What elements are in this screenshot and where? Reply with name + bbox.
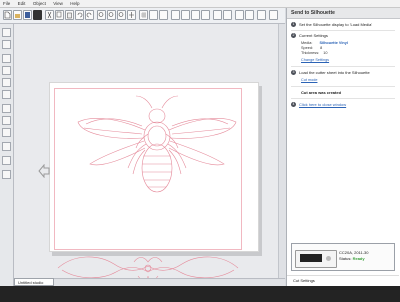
arc-tool-icon[interactable] xyxy=(2,90,11,99)
step-3-text: Load the cutter sheet into the Silhouett… xyxy=(299,70,370,75)
taskbar xyxy=(0,286,400,302)
new-document-icon[interactable] xyxy=(3,10,12,20)
rectangle-tool-icon[interactable] xyxy=(2,104,11,113)
media-label: Media: xyxy=(301,41,313,45)
rotate-icon[interactable] xyxy=(223,10,232,20)
speed-row: Speed: 8 xyxy=(301,46,322,50)
left-toolbar xyxy=(0,24,14,286)
silhouette-store-icon[interactable] xyxy=(33,10,42,20)
trace-icon[interactable] xyxy=(235,10,244,20)
zoom-fit-icon[interactable] xyxy=(117,10,126,20)
menu-help[interactable]: Help xyxy=(67,0,82,7)
menu-object[interactable]: Object xyxy=(30,0,49,7)
step-3: 3 Load the cutter sheet into the Silhouet… xyxy=(291,70,370,76)
fill-color-icon[interactable] xyxy=(181,10,190,20)
cut-icon[interactable] xyxy=(45,10,54,20)
copy-icon[interactable] xyxy=(55,10,64,20)
zoom-out-icon[interactable] xyxy=(107,10,116,20)
media-row: Media: Silhouette Vinyl xyxy=(301,41,348,45)
step-2: 2 Current Settings xyxy=(291,33,328,39)
workspace[interactable] xyxy=(14,24,284,281)
undo-icon[interactable] xyxy=(75,10,84,20)
cut-mode-link-text[interactable]: Cut mode xyxy=(301,78,317,82)
feed-direction-arrow-icon xyxy=(38,164,50,178)
library-icon[interactable] xyxy=(245,10,254,20)
vertical-scrollbar[interactable] xyxy=(278,24,286,278)
thickness-label: Thickness: xyxy=(301,51,320,55)
replicate-icon[interactable] xyxy=(213,10,222,20)
redo-icon[interactable] xyxy=(85,10,94,20)
text-tool-icon[interactable] xyxy=(2,142,11,151)
pan-icon[interactable] xyxy=(127,10,136,20)
store-icon[interactable] xyxy=(269,10,278,20)
top-toolbar xyxy=(0,8,285,24)
menu-bar: File Edit Object View Help xyxy=(0,0,400,8)
line-style-icon[interactable] xyxy=(191,10,200,20)
save-icon[interactable] xyxy=(23,10,32,20)
step-4-text: Cut area was created xyxy=(301,90,342,95)
select-tool-icon[interactable] xyxy=(2,28,11,37)
document-tab[interactable]: Untitled studio xyxy=(14,278,54,286)
menu-file[interactable]: File xyxy=(0,0,13,7)
menu-edit[interactable]: Edit xyxy=(15,0,29,7)
cut-settings-link[interactable]: Cut Settings xyxy=(293,278,315,283)
paste-icon[interactable] xyxy=(65,10,74,20)
media-value: Silhouette Vinyl xyxy=(319,41,348,45)
close-window-link[interactable]: Click here to close window xyxy=(299,102,346,107)
silhouette-device-icon xyxy=(295,250,337,268)
polygon-tool-icon[interactable] xyxy=(2,66,11,75)
grid-icon[interactable] xyxy=(139,10,148,20)
send-to-silhouette-icon[interactable] xyxy=(257,10,266,20)
panel-footer: Cut Settings xyxy=(287,275,399,286)
panel-title: Send to Silhouette xyxy=(287,8,400,19)
zoom-in-icon[interactable] xyxy=(97,10,106,20)
line-color-icon[interactable] xyxy=(171,10,180,20)
close-window-row[interactable]: 4 Click here to close window xyxy=(291,102,346,108)
speed-value: 8 xyxy=(320,46,323,50)
change-settings-link[interactable]: Change Settings xyxy=(301,58,329,62)
bee-artwork[interactable] xyxy=(72,86,242,242)
thickness-row: Thickness: 10 xyxy=(301,51,327,55)
device-card[interactable]: CC20A, 2011-30 Status: Ready xyxy=(291,243,395,271)
freehand-tool-icon[interactable] xyxy=(2,128,11,137)
device-status-value: Ready xyxy=(352,256,365,261)
change-settings-link-text[interactable]: Change Settings xyxy=(301,58,329,62)
menu-view[interactable]: View xyxy=(50,0,66,7)
speed-label: Speed: xyxy=(301,46,314,50)
device-info: CC20A, 2011-30 Status: Ready xyxy=(339,250,369,262)
open-icon[interactable] xyxy=(13,10,22,20)
ellipse-tool-icon[interactable] xyxy=(2,116,11,125)
cut-style-icon[interactable] xyxy=(201,10,210,20)
line-tool-icon[interactable] xyxy=(2,54,11,63)
step-1-text: Set the Silhouette display to 'Load Medi… xyxy=(299,22,373,27)
curve-tool-icon[interactable] xyxy=(2,78,11,87)
group-icon[interactable] xyxy=(149,10,158,20)
device-status-label: Status: xyxy=(339,256,352,261)
ungroup-icon[interactable] xyxy=(159,10,168,20)
cut-mode-link[interactable]: Cut mode xyxy=(301,78,317,82)
edit-points-icon[interactable] xyxy=(2,40,11,49)
eraser-tool-icon[interactable] xyxy=(2,156,11,165)
step-2-title: Current Settings xyxy=(299,33,328,38)
knife-tool-icon[interactable] xyxy=(2,170,11,179)
device-status: Status: Ready xyxy=(339,256,369,262)
step-1: 1 Set the Silhouette display to 'Load Med… xyxy=(291,22,373,28)
thickness-value: 10 xyxy=(323,51,328,55)
